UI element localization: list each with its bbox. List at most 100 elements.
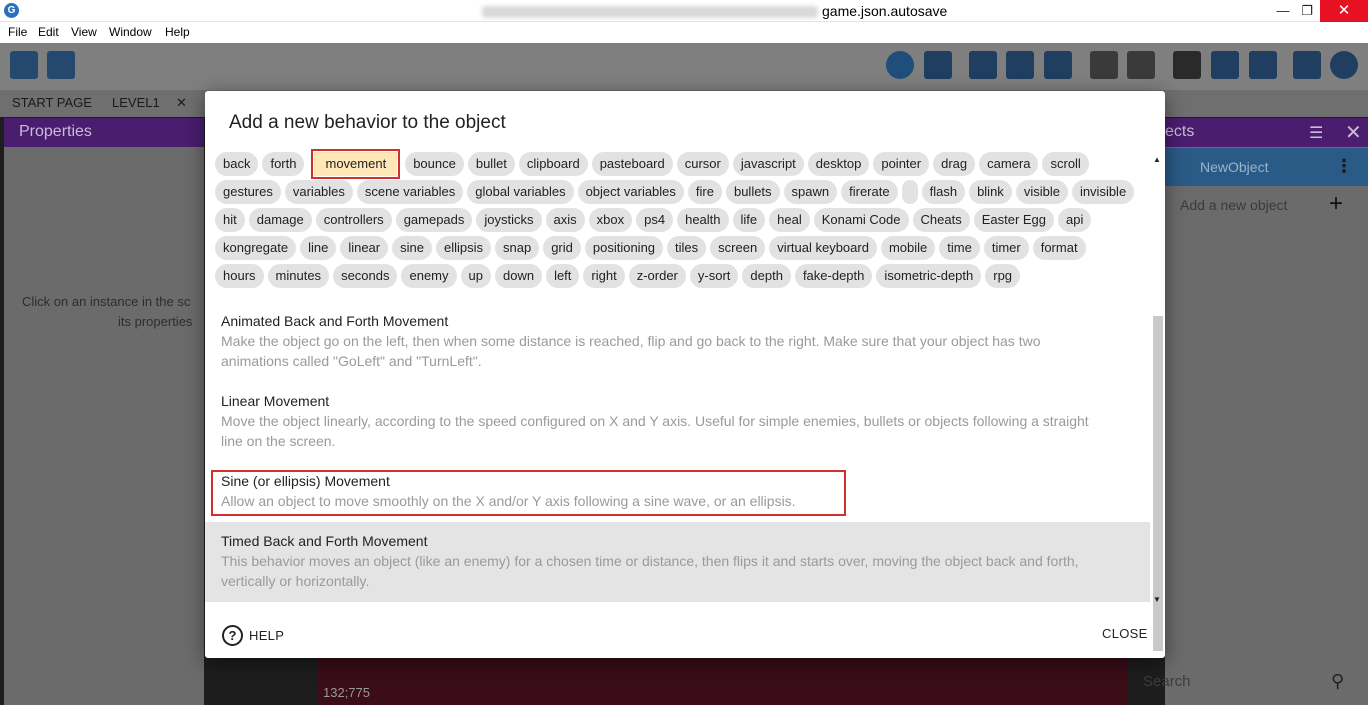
tag-chip[interactable]: scene variables	[356, 180, 464, 204]
object-item-newobject[interactable]: NewObject ⋮	[1165, 148, 1368, 186]
tag-chip[interactable]: cursor	[676, 152, 729, 176]
filter-icon[interactable]: ☰	[1309, 123, 1323, 143]
behavior-item[interactable]: Animated Back and Forth Movement Make th…	[205, 302, 1150, 382]
tag-chip[interactable]: down	[494, 264, 543, 288]
tag-chip[interactable]: bullet	[467, 152, 515, 176]
tag-chip[interactable]: up	[460, 264, 491, 288]
tag-chip[interactable]: desktop	[807, 152, 870, 176]
debug-icon[interactable]	[924, 51, 952, 79]
tag-chip[interactable]: gestures	[215, 180, 281, 204]
tag-chip[interactable]: Konami Code	[813, 208, 909, 232]
tag-chip[interactable]: invisible	[1071, 180, 1135, 204]
tag-chip[interactable]: fake-depth	[794, 264, 873, 288]
maximize-button[interactable]: ❐	[1290, 0, 1324, 22]
menu-window[interactable]: Window	[109, 25, 152, 39]
tag-chip[interactable]: pointer	[873, 152, 930, 176]
tag-chip[interactable]: object variables	[577, 180, 684, 204]
tag-chip[interactable]: axis	[545, 208, 585, 232]
tag-chip[interactable]: depth	[742, 264, 791, 288]
tag-chip[interactable]: format	[1032, 236, 1086, 260]
delete-icon[interactable]	[1173, 51, 1201, 79]
tag-chip[interactable]: controllers	[315, 208, 392, 232]
tag-chip[interactable]: xbox	[588, 208, 633, 232]
tag-chip[interactable]: y-sort	[689, 264, 739, 288]
tag-chip[interactable]: snap	[494, 236, 540, 260]
tag-chip[interactable]: spawn	[783, 180, 838, 204]
scroll-up-icon[interactable]: ▲	[1153, 155, 1161, 164]
tag-chip[interactable]: Cheats	[912, 208, 970, 232]
tag-chip[interactable]: movement	[311, 149, 401, 179]
layers-icon[interactable]	[1006, 51, 1034, 79]
tag-chip[interactable]: rpg	[985, 264, 1021, 288]
scroll-down-icon[interactable]: ▼	[1153, 595, 1161, 604]
tag-chip[interactable]: bullets	[725, 180, 780, 204]
tag-chip[interactable]: health	[677, 208, 729, 232]
tag-chip[interactable]: minutes	[267, 264, 330, 288]
tag-chip[interactable]: gamepads	[395, 208, 473, 232]
tag-chip[interactable]: variables	[284, 180, 353, 204]
edit-scene-icon[interactable]	[1044, 51, 1072, 79]
tag-chip[interactable]: screen	[710, 236, 766, 260]
tag-chip[interactable]: ps4	[636, 208, 674, 232]
scene-canvas[interactable]: 132;775	[318, 658, 1128, 705]
tab-close-icon[interactable]: ✕	[176, 95, 187, 111]
scenes-list-icon[interactable]	[47, 51, 75, 79]
tag-chip[interactable]: firerate	[841, 180, 898, 204]
preview-play-icon[interactable]	[886, 51, 914, 79]
tag-chip[interactable]: seconds	[333, 264, 398, 288]
tag-chip[interactable]: scroll	[1042, 152, 1089, 176]
zoom-reset-icon[interactable]	[1330, 51, 1358, 79]
tag-chip[interactable]: hit	[215, 208, 245, 232]
tag-chip[interactable]: api	[1058, 208, 1092, 232]
tag-chip[interactable]: right	[583, 264, 625, 288]
more-options-icon[interactable]: ⋮	[1335, 156, 1353, 177]
tag-chip[interactable]: pasteboard	[591, 152, 673, 176]
menu-file[interactable]: File	[8, 25, 27, 39]
project-manager-icon[interactable]	[10, 51, 38, 79]
menu-help[interactable]: Help	[165, 25, 190, 39]
tag-chip[interactable]: javascript	[732, 152, 804, 176]
tag-chip[interactable]: camera	[979, 152, 1039, 176]
tag-chip[interactable]: virtual keyboard	[769, 236, 877, 260]
tag-chip[interactable]: forth	[262, 152, 305, 176]
dialog-scrollbar[interactable]: ▲ ▼	[1150, 151, 1165, 651]
tag-chip[interactable]: heal	[769, 208, 810, 232]
tag-chip[interactable]: enemy	[401, 264, 457, 288]
tag-chip[interactable]: flash	[921, 180, 966, 204]
tag-chip[interactable]: clipboard	[518, 152, 588, 176]
tag-chip[interactable]: fire	[687, 180, 722, 204]
search-icon[interactable]: ⚲	[1331, 671, 1344, 692]
help-button[interactable]: ? HELP	[222, 624, 284, 646]
tag-chip[interactable]: ellipsis	[435, 236, 491, 260]
tab-start-page[interactable]: START PAGE	[12, 95, 92, 110]
tag-chip[interactable]: isometric-depth	[876, 264, 982, 288]
objects-search[interactable]: Search ⚲	[1143, 660, 1368, 705]
tag-chip[interactable]: visible	[1015, 180, 1068, 204]
behavior-item[interactable]: Timed Back and Forth Movement This behav…	[205, 522, 1150, 602]
tag-chip[interactable]: bounce	[405, 152, 464, 176]
instances-list-icon[interactable]	[1211, 51, 1239, 79]
tag-chip[interactable]: global variables	[467, 180, 574, 204]
tag-chip[interactable]	[901, 180, 918, 204]
add-object-plus-icon[interactable]: +	[1329, 190, 1343, 218]
object-groups-icon[interactable]	[969, 51, 997, 79]
tag-chip[interactable]: left	[546, 264, 580, 288]
tag-chip[interactable]: back	[215, 152, 259, 176]
menu-view[interactable]: View	[71, 25, 97, 39]
panel-close-icon[interactable]: ✕	[1345, 120, 1362, 145]
tag-chip[interactable]: hours	[215, 264, 264, 288]
tag-chip[interactable]: linear	[340, 236, 389, 260]
tag-chip[interactable]: line	[300, 236, 337, 260]
tag-chip[interactable]: joysticks	[476, 208, 542, 232]
menu-edit[interactable]: Edit	[38, 25, 59, 39]
tag-chip[interactable]: drag	[933, 152, 976, 176]
redo-icon[interactable]	[1127, 51, 1155, 79]
behavior-item[interactable]: Linear Movement Move the object linearly…	[205, 382, 1150, 462]
tag-chip[interactable]: damage	[248, 208, 312, 232]
tag-chip[interactable]: mobile	[880, 236, 936, 260]
undo-icon[interactable]	[1090, 51, 1118, 79]
tag-chip[interactable]: z-order	[628, 264, 686, 288]
tag-chip[interactable]: sine	[392, 236, 432, 260]
search-input[interactable]: Search	[1143, 673, 1191, 690]
tag-chip[interactable]: timer	[983, 236, 1029, 260]
